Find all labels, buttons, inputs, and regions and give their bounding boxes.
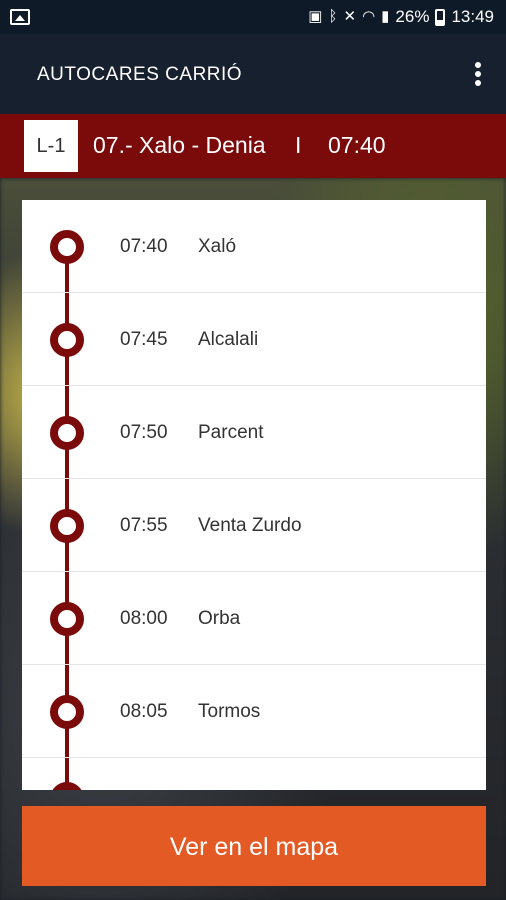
stop-time: 08:05: [120, 701, 168, 722]
stop-name: Tormos: [198, 701, 261, 722]
stop-name: Venta Zurdo: [198, 515, 302, 536]
view-map-button[interactable]: Ver en el mapa: [22, 806, 486, 886]
overflow-menu-icon[interactable]: [474, 62, 482, 88]
stop-marker-icon: [50, 782, 84, 790]
route-code: L-1: [24, 120, 78, 172]
signal-icon: ▮: [381, 8, 390, 25]
route-header: L-1 07.- Xalo - Denia I 07:40: [0, 114, 506, 178]
stop-name: Parcent: [198, 422, 264, 443]
stop-time: 07:40: [120, 236, 168, 257]
stop-marker-icon: [50, 323, 84, 357]
gallery-icon: [10, 9, 30, 25]
sim-icon: ▣: [308, 8, 323, 25]
list-item[interactable]: 07:50 Parcent: [22, 386, 486, 479]
list-item[interactable]: 08:05 Tormos: [22, 665, 486, 758]
stop-marker-icon: [50, 509, 84, 543]
list-item[interactable]: 07:45 Alcalali: [22, 293, 486, 386]
route-separator: I: [295, 132, 302, 158]
wifi-icon: ◠: [362, 8, 376, 25]
route-name: 07.- Xalo - Denia: [93, 132, 266, 158]
stop-name: Alcalali: [198, 329, 259, 350]
stop-time: 07:55: [120, 515, 168, 536]
stop-name: Xaló: [198, 236, 237, 257]
stop-marker-icon: [50, 602, 84, 636]
bluetooth-icon: ᛒ: [328, 8, 338, 25]
stop-time: 07:50: [120, 422, 168, 443]
stops-list[interactable]: 07:40 Xaló 07:45 Alcalali 07:50 Parcent …: [22, 200, 486, 790]
battery-icon: [435, 8, 446, 26]
app-title: AUTOCARES CARRIÓ: [37, 64, 243, 85]
list-item[interactable]: 07:55 Venta Zurdo: [22, 479, 486, 572]
status-bar: ▣ ᛒ ✕ ◠ ▮ 26% 13:49: [0, 0, 506, 34]
stop-time: 08:00: [120, 608, 168, 629]
stop-marker-icon: [50, 695, 84, 729]
mute-icon: ✕: [343, 8, 357, 25]
stop-time: 07:45: [120, 329, 168, 350]
list-item[interactable]: 07:40 Xaló: [22, 200, 486, 293]
list-item[interactable]: 08:00 Orba: [22, 572, 486, 665]
stop-name: Orba: [198, 608, 241, 629]
stop-marker-icon: [50, 416, 84, 450]
battery-percent: 26%: [395, 7, 430, 26]
clock: 13:49: [451, 7, 494, 26]
route-departure-time: 07:40: [328, 132, 386, 158]
app-bar: AUTOCARES CARRIÓ: [0, 34, 506, 114]
stop-marker-icon: [50, 230, 84, 264]
